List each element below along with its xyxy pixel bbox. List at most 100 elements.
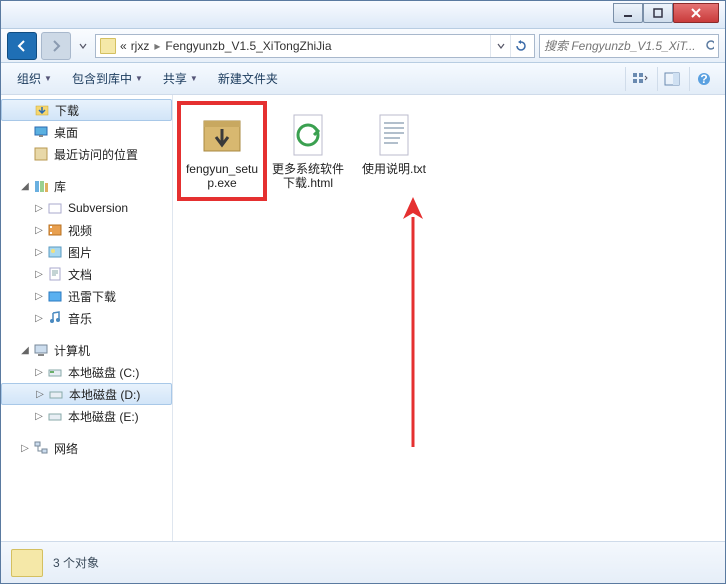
search-icon: [705, 39, 714, 53]
help-button[interactable]: ?: [689, 67, 717, 91]
downloads-icon: [34, 102, 50, 118]
sidebar-item-drive-e[interactable]: ▷ 本地磁盘 (E:): [1, 405, 172, 427]
back-arrow-icon: [14, 38, 30, 54]
breadcrumb-item[interactable]: Fengyunzb_V1.5_XiTongZhiJia: [165, 39, 331, 53]
expand-icon[interactable]: ▷: [33, 246, 45, 258]
sidebar-item-documents[interactable]: ▷ 文档: [1, 263, 172, 285]
history-dropdown[interactable]: [75, 32, 91, 60]
sidebar-item-desktop[interactable]: 桌面: [1, 121, 172, 143]
close-icon: [690, 7, 702, 19]
expand-icon[interactable]: ▷: [34, 388, 46, 400]
sidebar-item-label: 桌面: [54, 124, 78, 141]
sidebar-item-label: 本地磁盘 (D:): [69, 386, 140, 403]
desktop-icon: [33, 124, 49, 140]
body: 下载 桌面 最近访问的位置 ◢ 库 ▷ Subversion: [1, 95, 725, 541]
sidebar-item-label: 本地磁盘 (E:): [68, 408, 139, 425]
address-bar[interactable]: « rjxz ▸ Fengyunzb_V1.5_XiTongZhiJia: [95, 34, 535, 58]
sidebar-item-label: 库: [54, 178, 66, 195]
search-box[interactable]: [539, 34, 719, 58]
text-file-icon: [370, 111, 418, 159]
computer-icon: [33, 342, 49, 358]
organize-menu[interactable]: 组织 ▼: [9, 66, 60, 91]
sidebar-item-drive-d[interactable]: ▷ 本地磁盘 (D:): [1, 383, 172, 405]
address-dropdown[interactable]: [490, 35, 510, 57]
sidebar-item-label: 计算机: [54, 342, 90, 359]
svg-text:?: ?: [700, 72, 707, 86]
collapse-icon[interactable]: ◢: [19, 180, 31, 192]
expand-icon[interactable]: ▷: [33, 224, 45, 236]
expand-icon[interactable]: ▷: [33, 268, 45, 280]
drive-icon: [47, 408, 63, 424]
file-label: 更多系统软件下载.html: [271, 162, 345, 191]
organize-label: 组织: [17, 70, 41, 87]
documents-icon: [47, 266, 63, 282]
sidebar-item-libraries[interactable]: ◢ 库: [1, 175, 172, 197]
preview-pane-icon: [664, 72, 680, 86]
html-icon: [284, 111, 332, 159]
help-icon: ?: [697, 72, 711, 86]
file-item-html[interactable]: 更多系统软件下载.html: [269, 107, 347, 195]
minimize-button[interactable]: [613, 3, 643, 23]
view-options-button[interactable]: [625, 67, 653, 91]
expand-icon[interactable]: ▷: [33, 410, 45, 422]
navigation-bar: « rjxz ▸ Fengyunzb_V1.5_XiTongZhiJia: [1, 29, 725, 63]
share-menu[interactable]: 共享 ▼: [155, 66, 206, 91]
folder-icon: [11, 549, 43, 577]
back-button[interactable]: [7, 32, 37, 60]
include-in-library-menu[interactable]: 包含到库中 ▼: [64, 66, 151, 91]
installer-icon: [198, 111, 246, 159]
share-label: 共享: [163, 70, 187, 87]
expand-icon[interactable]: ▷: [33, 366, 45, 378]
forward-arrow-icon: [48, 38, 64, 54]
expand-icon[interactable]: ▷: [33, 290, 45, 302]
new-folder-button[interactable]: 新建文件夹: [210, 66, 286, 91]
sidebar-item-label: 视频: [68, 222, 92, 239]
sidebar-item-downloads[interactable]: 下载: [1, 99, 172, 121]
navigation-tree[interactable]: 下载 桌面 最近访问的位置 ◢ 库 ▷ Subversion: [1, 95, 173, 541]
expand-icon[interactable]: ▷: [33, 312, 45, 324]
chevron-down-icon: ▼: [190, 74, 198, 83]
toolbar: 组织 ▼ 包含到库中 ▼ 共享 ▼ 新建文件夹 ?: [1, 63, 725, 95]
chevron-down-icon: ▼: [135, 74, 143, 83]
sidebar-item-recent[interactable]: 最近访问的位置: [1, 143, 172, 165]
expand-icon[interactable]: ▷: [33, 202, 45, 214]
sidebar-item-label: 文档: [68, 266, 92, 283]
search-input[interactable]: [544, 39, 701, 53]
status-text: 3 个对象: [53, 554, 99, 571]
breadcrumb-item[interactable]: rjxz: [131, 39, 150, 53]
forward-button[interactable]: [41, 32, 71, 60]
titlebar: [1, 1, 725, 29]
folder-icon: [100, 38, 116, 54]
newfolder-label: 新建文件夹: [218, 70, 278, 87]
pictures-icon: [47, 244, 63, 260]
close-button[interactable]: [673, 3, 719, 23]
collapse-icon[interactable]: ◢: [19, 344, 31, 356]
sidebar-item-label: 最近访问的位置: [54, 146, 138, 163]
sidebar-item-computer[interactable]: ◢ 计算机: [1, 339, 172, 361]
sidebar-item-music[interactable]: ▷ 音乐: [1, 307, 172, 329]
sidebar-item-label: 迅雷下载: [68, 288, 116, 305]
sidebar-item-label: 下载: [55, 102, 79, 119]
maximize-button[interactable]: [643, 3, 673, 23]
xunlei-icon: [47, 288, 63, 304]
sidebar-item-xunlei[interactable]: ▷ 迅雷下载: [1, 285, 172, 307]
file-item-exe[interactable]: fengyun_setup.exe: [183, 107, 261, 195]
sidebar-item-pictures[interactable]: ▷ 图片: [1, 241, 172, 263]
refresh-button[interactable]: [510, 35, 530, 57]
sidebar-item-label: 音乐: [68, 310, 92, 327]
drive-icon: [47, 364, 63, 380]
file-list[interactable]: fengyun_setup.exe 更多系统软件下载.html 使用说明.txt: [173, 95, 725, 541]
preview-pane-button[interactable]: [657, 67, 685, 91]
file-item-txt[interactable]: 使用说明.txt: [355, 107, 433, 180]
annotation-arrow-icon: [398, 197, 428, 457]
file-label: 使用说明.txt: [362, 162, 426, 176]
sidebar-item-subversion[interactable]: ▷ Subversion: [1, 197, 172, 219]
videos-icon: [47, 222, 63, 238]
sidebar-item-videos[interactable]: ▷ 视频: [1, 219, 172, 241]
file-label: fengyun_setup.exe: [185, 162, 259, 191]
libraries-icon: [33, 178, 49, 194]
sidebar-item-drive-c[interactable]: ▷ 本地磁盘 (C:): [1, 361, 172, 383]
breadcrumb-prefix[interactable]: «: [120, 39, 127, 53]
expand-icon[interactable]: ▷: [19, 442, 31, 454]
sidebar-item-network[interactable]: ▷ 网络: [1, 437, 172, 459]
